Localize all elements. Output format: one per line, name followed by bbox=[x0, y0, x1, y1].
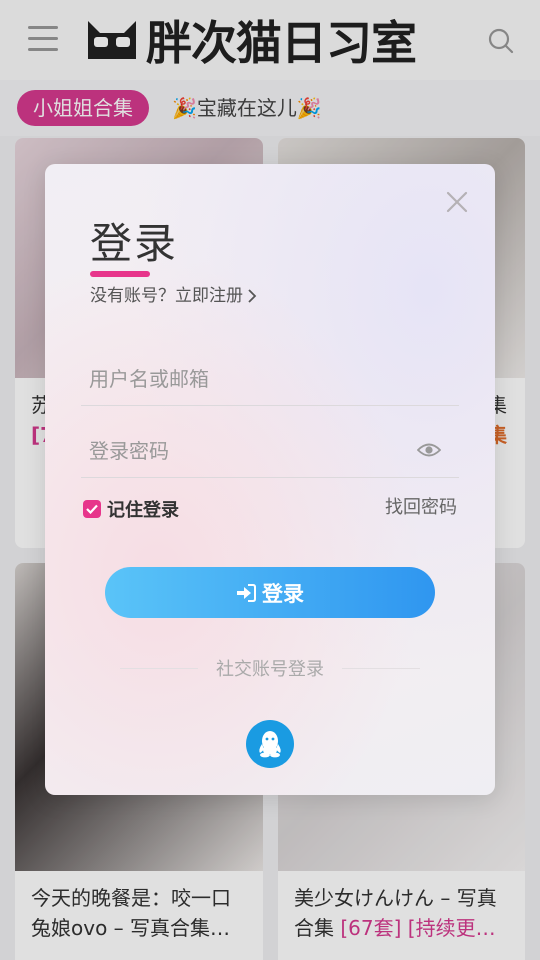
login-button-label: 登录 bbox=[262, 581, 304, 606]
sign-in-icon bbox=[237, 583, 256, 602]
username-field bbox=[81, 354, 459, 406]
chevron-right-icon bbox=[248, 289, 257, 303]
eye-icon[interactable] bbox=[417, 440, 441, 460]
remember-login[interactable]: 记住登录 bbox=[83, 496, 179, 522]
social-login-label: 社交账号登录 bbox=[216, 659, 324, 680]
close-icon[interactable] bbox=[445, 190, 469, 214]
modal-title: 登录 bbox=[90, 219, 179, 268]
login-submit-button[interactable]: 登录 bbox=[105, 567, 435, 618]
remember-label: 记住登录 bbox=[107, 500, 179, 521]
title-underline bbox=[90, 271, 150, 277]
forgot-password-link[interactable]: 找回密码 bbox=[385, 493, 457, 519]
username-input[interactable] bbox=[89, 354, 389, 404]
register-link-text: 没有账号？立即注册 bbox=[90, 286, 243, 306]
register-link[interactable]: 没有账号？立即注册 bbox=[90, 282, 257, 310]
social-login-divider: 社交账号登录 bbox=[120, 654, 420, 682]
login-modal: 登录 没有账号？立即注册 记住登录 找回密码 登录 社 bbox=[45, 164, 495, 795]
password-field bbox=[81, 426, 459, 478]
remember-checkbox[interactable] bbox=[83, 500, 101, 518]
qq-icon bbox=[259, 731, 281, 758]
password-input[interactable] bbox=[89, 426, 389, 476]
check-icon bbox=[86, 504, 98, 514]
qq-login-button[interactable] bbox=[246, 720, 294, 768]
